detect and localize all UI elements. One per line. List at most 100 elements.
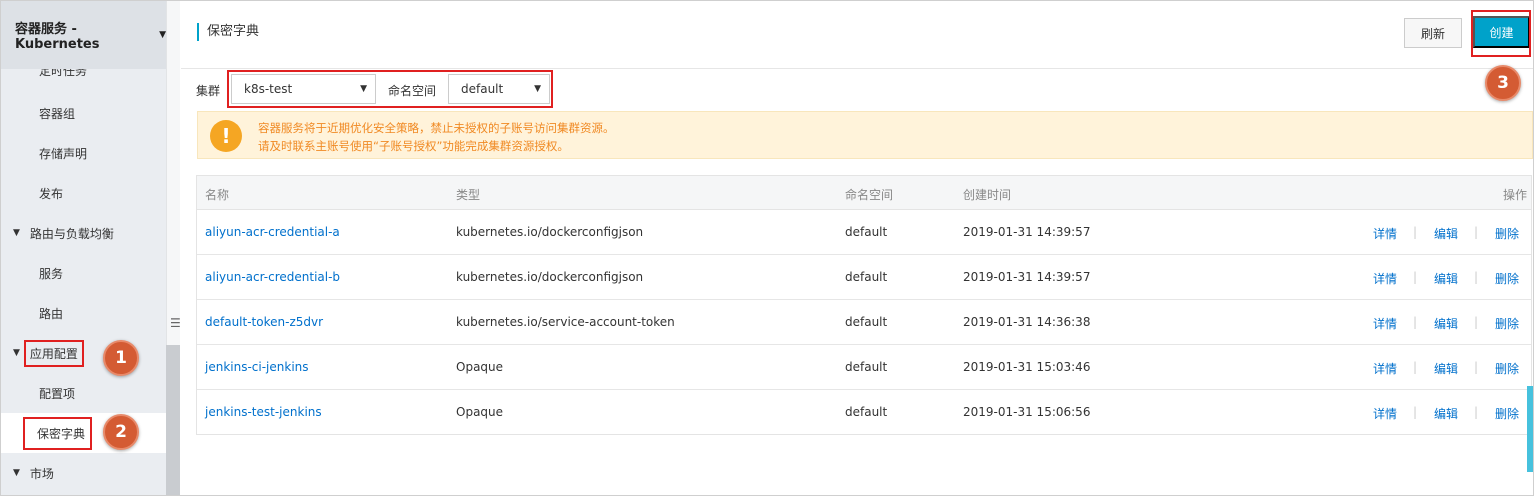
step-badge-1: 1 xyxy=(103,340,139,376)
action-separator: | xyxy=(1474,405,1479,419)
sidebar-item-label: 容器组 xyxy=(39,106,76,121)
triangle-down-icon: ▼ xyxy=(13,228,20,238)
secret-namespace: default xyxy=(845,405,888,419)
triangle-down-icon: ▼ xyxy=(13,468,20,478)
page-title: 保密字典 xyxy=(197,23,259,41)
delete-link[interactable]: 删除 xyxy=(1495,315,1519,332)
detail-link[interactable]: 详情 xyxy=(1373,270,1397,287)
sidebar-item-release[interactable]: 发布 xyxy=(1,173,166,213)
sidebar-item-cronjobs[interactable]: 定时任务 xyxy=(1,69,166,83)
detail-link[interactable]: 详情 xyxy=(1373,360,1397,377)
detail-link[interactable]: 详情 xyxy=(1373,315,1397,332)
sidebar-item-label: 发布 xyxy=(39,186,64,201)
filter-bar: 集群 k8s-test ▼ 命名空间 default ▼ xyxy=(181,69,1533,109)
secret-type: Opaque xyxy=(456,405,504,419)
sidebar-item-label: 定时任务 xyxy=(39,69,88,78)
app-config-highlight: 应用配置 xyxy=(23,339,84,367)
step-number: 2 xyxy=(115,422,127,442)
sidebar-item-label: 存储声明 xyxy=(39,146,88,161)
secret-created: 2019-01-31 14:39:57 xyxy=(963,225,1091,239)
secrets-table: 名称 类型 命名空间 创建时间 操作 aliyun-acr-credential… xyxy=(196,175,1532,435)
sidebar-item-ingress[interactable]: 路由 xyxy=(1,293,166,333)
action-separator: | xyxy=(1474,225,1479,239)
delete-link[interactable]: 删除 xyxy=(1495,225,1519,242)
sidebar-item-label: 路由 xyxy=(39,306,64,321)
table-header: 名称 类型 命名空间 创建时间 操作 xyxy=(197,176,1531,210)
edit-link[interactable]: 编辑 xyxy=(1434,405,1458,422)
action-separator: | xyxy=(1413,315,1418,329)
sidebar-item-secrets[interactable]: 保密字典 xyxy=(1,413,166,453)
sidebar-product-switcher[interactable]: 容器服务 - Kubernetes ▼ xyxy=(1,1,166,69)
secret-namespace: default xyxy=(845,360,888,374)
sidebar-item-label: 配置项 xyxy=(39,386,76,401)
sidebar-item-configmaps[interactable]: 配置项 xyxy=(1,373,166,413)
sidebar-group-routing[interactable]: ▼ 路由与负载均衡 xyxy=(1,213,166,253)
secret-name-link[interactable]: jenkins-test-jenkins xyxy=(205,405,322,419)
column-header-created: 创建时间 xyxy=(963,188,1012,202)
secret-namespace: default xyxy=(845,270,888,284)
action-separator: | xyxy=(1413,270,1418,284)
action-separator: | xyxy=(1474,315,1479,329)
collapse-sidebar-icon[interactable]: ☰ xyxy=(170,316,181,330)
sidebar-group-label: 应用配置 xyxy=(29,346,78,361)
action-separator: | xyxy=(1413,360,1418,374)
action-separator: | xyxy=(1413,405,1418,419)
secret-name-link[interactable]: default-token-z5dvr xyxy=(205,315,323,329)
page-header: 保密字典 刷新 创建 xyxy=(181,1,1533,69)
feedback-edge-tab[interactable] xyxy=(1527,386,1533,472)
notice-line-1: 容器服务将于近期优化安全策略，禁止未授权的子账号访问集群资源。 xyxy=(258,121,615,135)
step-badge-2: 2 xyxy=(103,414,139,450)
column-header-type: 类型 xyxy=(456,188,481,202)
secret-type: kubernetes.io/service-account-token xyxy=(456,315,675,329)
notice-line-2: 请及时联系主账号使用“子账号授权”功能完成集群资源授权。 xyxy=(258,139,569,153)
column-header-name: 名称 xyxy=(205,188,230,202)
filter-highlight xyxy=(227,70,553,108)
secret-created: 2019-01-31 14:36:38 xyxy=(963,315,1091,329)
edit-link[interactable]: 编辑 xyxy=(1434,225,1458,242)
sidebar-item-services[interactable]: 服务 xyxy=(1,253,166,293)
table-row: jenkins-ci-jenkins Opaque default 2019-0… xyxy=(197,345,1531,390)
triangle-down-icon: ▼ xyxy=(13,348,20,358)
warning-icon-glyph: ! xyxy=(221,124,231,148)
secret-type: kubernetes.io/dockerconfigjson xyxy=(456,225,644,239)
warning-notice: ! 容器服务将于近期优化安全策略，禁止未授权的子账号访问集群资源。 请及时联系主… xyxy=(197,111,1533,159)
delete-link[interactable]: 删除 xyxy=(1495,270,1519,287)
caret-down-icon: ▼ xyxy=(159,30,166,40)
edit-link[interactable]: 编辑 xyxy=(1434,315,1458,332)
sidebar-group-label: 市场 xyxy=(29,466,54,481)
create-button[interactable]: 创建 xyxy=(1473,16,1530,48)
sidebar-group-market[interactable]: ▼ 市场 xyxy=(1,453,166,493)
delete-link[interactable]: 删除 xyxy=(1495,405,1519,422)
sidebar-item-pvc[interactable]: 存储声明 xyxy=(1,133,166,173)
edit-link[interactable]: 编辑 xyxy=(1434,360,1458,377)
sidebar-item-label: 服务 xyxy=(39,266,64,281)
table-row: aliyun-acr-credential-b kubernetes.io/do… xyxy=(197,255,1531,300)
sidebar: 容器服务 - Kubernetes ▼ 定时任务 容器组 存储声明 发布 ▼ 路… xyxy=(1,1,166,495)
table-row: aliyun-acr-credential-a kubernetes.io/do… xyxy=(197,210,1531,255)
step-number: 1 xyxy=(115,348,127,368)
refresh-button[interactable]: 刷新 xyxy=(1404,18,1462,48)
secret-name-link[interactable]: jenkins-ci-jenkins xyxy=(205,360,309,374)
table-row: default-token-z5dvr kubernetes.io/servic… xyxy=(197,300,1531,345)
action-separator: | xyxy=(1474,270,1479,284)
edit-link[interactable]: 编辑 xyxy=(1434,270,1458,287)
sidebar-scrollbar[interactable] xyxy=(166,345,180,495)
secret-type: kubernetes.io/dockerconfigjson xyxy=(456,270,644,284)
column-header-namespace: 命名空间 xyxy=(845,188,894,202)
sidebar-item-pods[interactable]: 容器组 xyxy=(1,93,166,133)
action-separator: | xyxy=(1474,360,1479,374)
secret-name-link[interactable]: aliyun-acr-credential-b xyxy=(205,270,340,284)
secret-namespace: default xyxy=(845,225,888,239)
detail-link[interactable]: 详情 xyxy=(1373,225,1397,242)
secret-created: 2019-01-31 15:06:56 xyxy=(963,405,1091,419)
detail-link[interactable]: 详情 xyxy=(1373,405,1397,422)
warning-icon: ! xyxy=(210,120,242,152)
main-content: 保密字典 刷新 创建 3 集群 k8s-test ▼ 命名空间 default … xyxy=(181,1,1533,495)
sidebar-header-label: 容器服务 - Kubernetes xyxy=(15,22,100,52)
table-row: jenkins-test-jenkins Opaque default 2019… xyxy=(197,390,1531,435)
delete-link[interactable]: 删除 xyxy=(1495,360,1519,377)
secret-name-link[interactable]: aliyun-acr-credential-a xyxy=(205,225,340,239)
sidebar-group-label: 路由与负载均衡 xyxy=(29,226,114,241)
secret-created: 2019-01-31 15:03:46 xyxy=(963,360,1091,374)
sidebar-group-app-config[interactable]: ▼ 应用配置 xyxy=(1,333,166,373)
